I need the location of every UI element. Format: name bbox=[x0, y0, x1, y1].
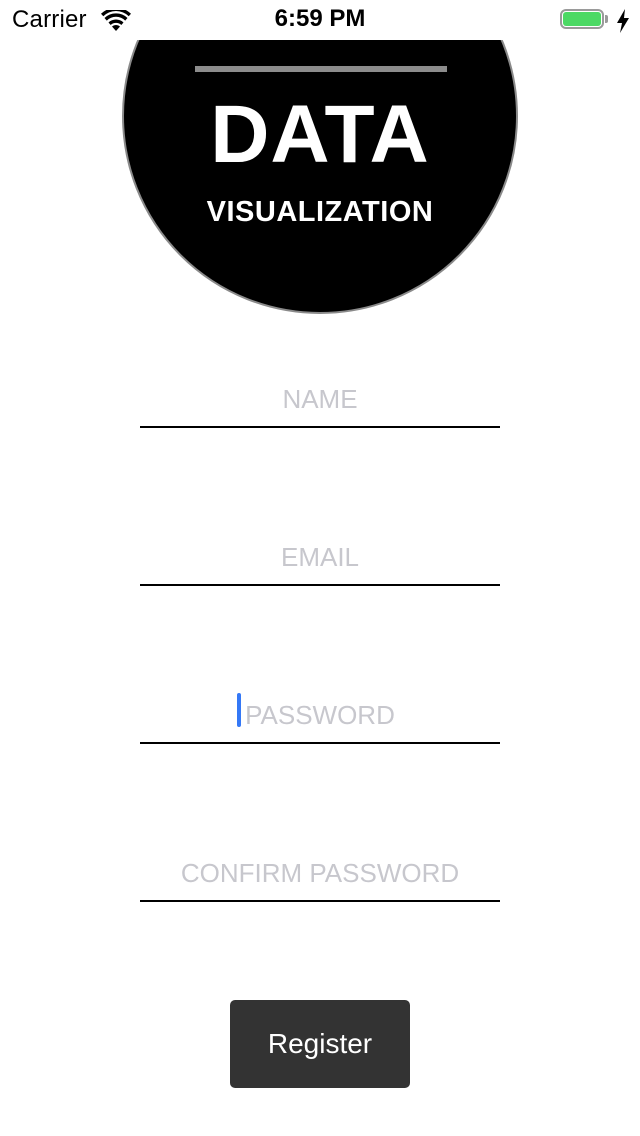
data-visualization-logo: DATA VISUALIZATION bbox=[122, 0, 518, 314]
text-cursor bbox=[237, 693, 241, 727]
email-input[interactable] bbox=[140, 530, 500, 584]
password-input[interactable] bbox=[140, 688, 500, 742]
status-bar: Carrier 6:59 PM bbox=[0, 0, 640, 40]
logo-subtitle: VISUALIZATION bbox=[206, 196, 434, 228]
confirm-password-input[interactable] bbox=[140, 846, 500, 900]
name-input[interactable] bbox=[140, 372, 500, 426]
register-screen: Carrier 6:59 PM DATA VISUALIZATION NAME … bbox=[0, 0, 640, 1136]
battery-icon bbox=[560, 9, 612, 33]
logo-divider bbox=[195, 66, 447, 72]
name-field bbox=[140, 372, 500, 428]
email-field bbox=[140, 530, 500, 586]
register-button[interactable]: Register bbox=[230, 1000, 410, 1088]
logo-title: DATA bbox=[210, 89, 430, 180]
confirm-password-field bbox=[140, 846, 500, 902]
charging-bolt-icon bbox=[617, 9, 629, 33]
status-time: 6:59 PM bbox=[274, 5, 366, 32]
password-field bbox=[140, 688, 500, 744]
